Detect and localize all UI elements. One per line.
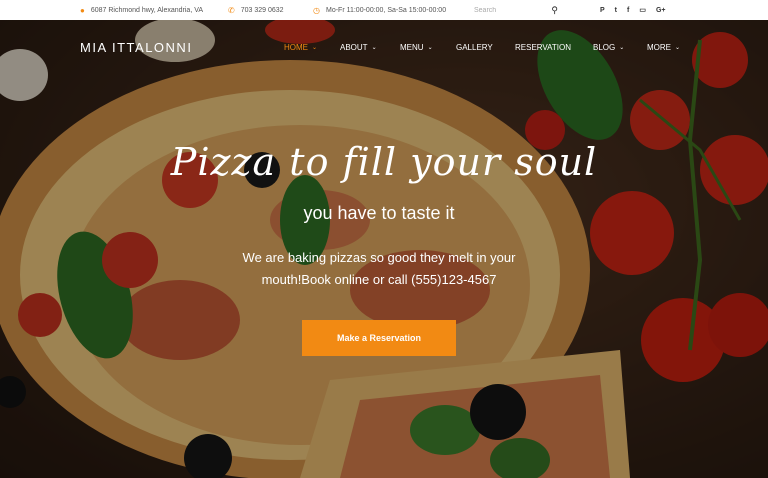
nav-item-about[interactable]: ABOUT ⌄ <box>340 43 377 52</box>
pinterest-icon[interactable]: P <box>600 7 605 14</box>
search-icon[interactable]: ⚲ <box>551 5 558 16</box>
chevron-down-icon: ⌄ <box>371 45 377 51</box>
top-info-bar: ● 6087 Richmond hwy, Alexandria, VA ✆ 70… <box>0 0 768 20</box>
make-reservation-button[interactable]: Make a Reservation <box>302 320 456 356</box>
nav-item-gallery[interactable]: GALLERY <box>456 43 493 52</box>
chevron-down-icon: ⌄ <box>675 45 681 51</box>
search-box[interactable]: ⚲ <box>472 3 568 17</box>
search-input[interactable] <box>472 5 546 15</box>
hours-item: ◷ Mo-Fr 11:00-00:00, Sa-Sa 15:00-00:00 <box>313 0 446 20</box>
site-logo[interactable]: MIA ITTALONNI <box>80 40 192 55</box>
nav-item-menu[interactable]: MENU ⌄ <box>400 43 433 52</box>
hero-headline: Pizza to fill your soul <box>170 140 598 184</box>
youtube-icon[interactable]: ▭ <box>639 6 646 14</box>
hero-body-line-2: mouth!Book online or call (555)123-4567 <box>261 272 497 287</box>
nav-label-reservation: RESERVATION <box>515 43 572 52</box>
phone-text[interactable]: 703 329 0632 <box>241 7 284 14</box>
phone-item[interactable]: ✆ 703 329 0632 <box>228 0 284 20</box>
facebook-icon[interactable]: f <box>627 7 629 14</box>
twitter-icon[interactable]: t <box>615 7 617 14</box>
google-plus-icon[interactable]: G+ <box>656 7 666 14</box>
chevron-down-icon: ⌄ <box>619 45 625 51</box>
chevron-down-icon: ⌄ <box>312 45 318 51</box>
hero-body-line-1: We are baking pizzas so good they melt i… <box>242 250 516 265</box>
chevron-down-icon: ⌄ <box>427 45 433 51</box>
map-pin-icon: ● <box>80 5 85 15</box>
nav-item-reservation[interactable]: RESERVATION <box>515 43 571 52</box>
hero-subheadline: you have to taste it <box>303 203 455 223</box>
nav-label-menu: MENU <box>400 43 424 52</box>
nav-label-about: ABOUT <box>340 43 368 52</box>
hero-body-text: We are baking pizzas so good they melt i… <box>220 247 538 291</box>
nav-label-gallery: GALLERY <box>456 43 493 52</box>
phone-icon: ✆ <box>228 5 235 15</box>
nav-item-more[interactable]: MORE ⌄ <box>647 43 680 52</box>
nav-label-blog: BLOG <box>593 43 616 52</box>
nav-item-blog[interactable]: BLOG ⌄ <box>593 43 624 52</box>
clock-icon: ◷ <box>313 5 320 15</box>
nav-item-home[interactable]: HOME ⌄ <box>284 43 317 52</box>
hours-text: Mo-Fr 11:00-00:00, Sa-Sa 15:00-00:00 <box>325 6 447 14</box>
nav-label-home: HOME <box>284 43 308 52</box>
address-text: 6087 Richmond hwy, Alexandria, VA <box>90 6 204 14</box>
page: ● 6087 Richmond hwy, Alexandria, VA ✆ 70… <box>0 0 768 478</box>
social-links: P t f ▭ G+ <box>600 0 666 20</box>
address-item: ● 6087 Richmond hwy, Alexandria, VA <box>80 0 203 20</box>
nav-label-more: MORE <box>647 43 671 52</box>
